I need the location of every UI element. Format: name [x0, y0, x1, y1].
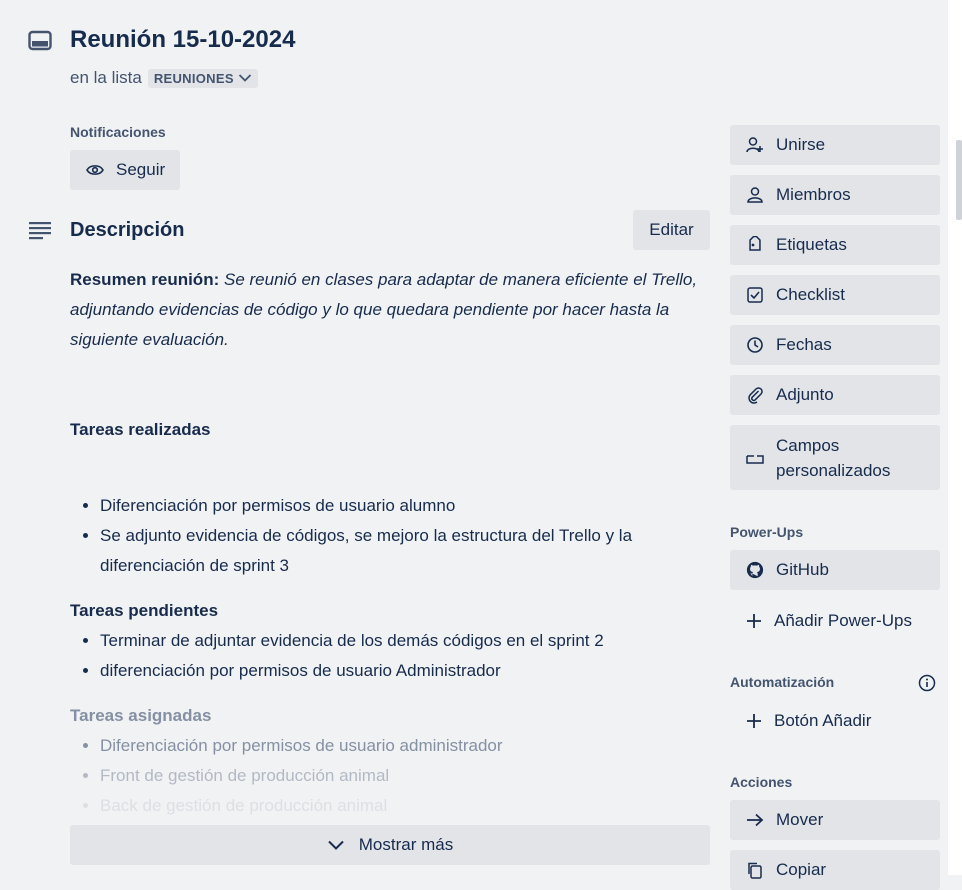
- show-more-button[interactable]: Mostrar más: [70, 825, 710, 865]
- adjacent-window-sliver: [956, 140, 962, 220]
- clock-icon: [746, 336, 764, 354]
- members-button[interactable]: Miembros: [730, 175, 940, 215]
- custom-fields-label-line2: personalizados: [776, 460, 891, 480]
- show-more-label: Mostrar más: [358, 835, 454, 854]
- user-icon: [746, 186, 764, 204]
- checklist-button[interactable]: Checklist: [730, 275, 940, 315]
- members-label: Miembros: [776, 185, 851, 204]
- list-location: en la lista REUNIONES: [70, 68, 258, 88]
- custom-fields-label-line1: Campos: [776, 435, 840, 455]
- list-item: Diferenciación por permisos de usuario a…: [100, 491, 710, 521]
- list-item: Terminar de adjuntar evidencia de los de…: [100, 626, 710, 656]
- description-title: Descripción: [70, 219, 185, 241]
- list-item: Front de gestión de producción animal: [100, 761, 710, 791]
- follow-label: Seguir: [116, 160, 166, 179]
- plus-icon: [746, 713, 762, 729]
- move-button[interactable]: Mover: [730, 800, 940, 840]
- list-item: Diferenciación por permisos de usuario a…: [100, 731, 710, 761]
- add-powerups-button[interactable]: Añadir Power-Ups: [730, 601, 940, 641]
- automation-label: Automatización: [730, 674, 835, 690]
- custom-fields-icon: [746, 449, 764, 467]
- user-plus-icon: [746, 136, 764, 154]
- eye-icon: [86, 163, 104, 177]
- notifications-label: Notificaciones: [70, 124, 166, 140]
- copy-icon: [746, 861, 764, 879]
- in-list-prefix: en la lista: [70, 68, 142, 87]
- github-icon: [746, 561, 764, 579]
- custom-fields-label: Campos personalizados: [776, 433, 890, 483]
- info-icon[interactable]: [918, 674, 936, 692]
- adjacent-window-edge: [948, 0, 962, 875]
- labels-label: Etiquetas: [776, 235, 847, 254]
- assigned-list: Diferenciación por permisos de usuario a…: [70, 731, 710, 821]
- custom-fields-button[interactable]: Campos personalizados: [730, 425, 940, 490]
- add-button-button[interactable]: Botón Añadir: [730, 701, 940, 741]
- attachment-button[interactable]: Adjunto: [730, 375, 940, 415]
- add-button-label: Botón Añadir: [774, 711, 872, 730]
- follow-button[interactable]: Seguir: [70, 150, 180, 190]
- section-heading-pending: Tareas pendientes: [70, 601, 219, 620]
- paperclip-icon: [746, 386, 764, 404]
- list-name-dropdown[interactable]: REUNIONES: [147, 68, 258, 88]
- join-label: Unirse: [776, 135, 826, 154]
- description-body[interactable]: Resumen reunión: Se reunió en clases par…: [70, 265, 710, 821]
- actions-label: Acciones: [730, 774, 793, 790]
- pending-list: Terminar de adjuntar evidencia de los de…: [70, 626, 710, 686]
- edit-description-button[interactable]: Editar: [633, 210, 710, 250]
- summary-paragraph: Resumen reunión: Se reunió en clases par…: [70, 265, 710, 355]
- plus-icon: [746, 613, 762, 629]
- dates-label: Fechas: [776, 335, 832, 354]
- done-list: Diferenciación por permisos de usuario a…: [70, 491, 710, 581]
- chevron-down-icon: [327, 839, 345, 851]
- attachment-label: Adjunto: [776, 385, 834, 404]
- copy-button[interactable]: Copiar: [730, 850, 940, 890]
- section-heading-done: Tareas realizadas: [70, 420, 211, 439]
- description-icon: [28, 221, 52, 241]
- list-name: REUNIONES: [153, 70, 234, 86]
- chevron-down-icon: [238, 73, 252, 83]
- card-title[interactable]: Reunión 15-10-2024: [70, 26, 295, 54]
- list-item: diferenciación por permisos de usuario A…: [100, 656, 710, 686]
- github-button[interactable]: GitHub: [730, 550, 940, 590]
- powerups-label: Power-Ups: [730, 524, 804, 540]
- summary-bold: Resumen reunión:: [70, 270, 220, 289]
- section-heading-assigned: Tareas asignadas: [70, 706, 212, 725]
- move-label: Mover: [776, 810, 824, 829]
- list-item: Back de gestión de producción animal: [100, 791, 710, 821]
- list-item: Se adjunto evidencia de códigos, se mejo…: [100, 521, 710, 581]
- card-icon: [28, 30, 52, 52]
- checklist-icon: [746, 286, 764, 304]
- labels-button[interactable]: Etiquetas: [730, 225, 940, 265]
- tag-icon: [746, 236, 764, 254]
- github-label: GitHub: [776, 560, 829, 579]
- add-powerups-label: Añadir Power-Ups: [774, 611, 912, 630]
- copy-label: Copiar: [776, 860, 827, 879]
- join-button[interactable]: Unirse: [730, 125, 940, 165]
- arrow-right-icon: [746, 811, 764, 829]
- dates-button[interactable]: Fechas: [730, 325, 940, 365]
- checklist-label: Checklist: [776, 285, 845, 304]
